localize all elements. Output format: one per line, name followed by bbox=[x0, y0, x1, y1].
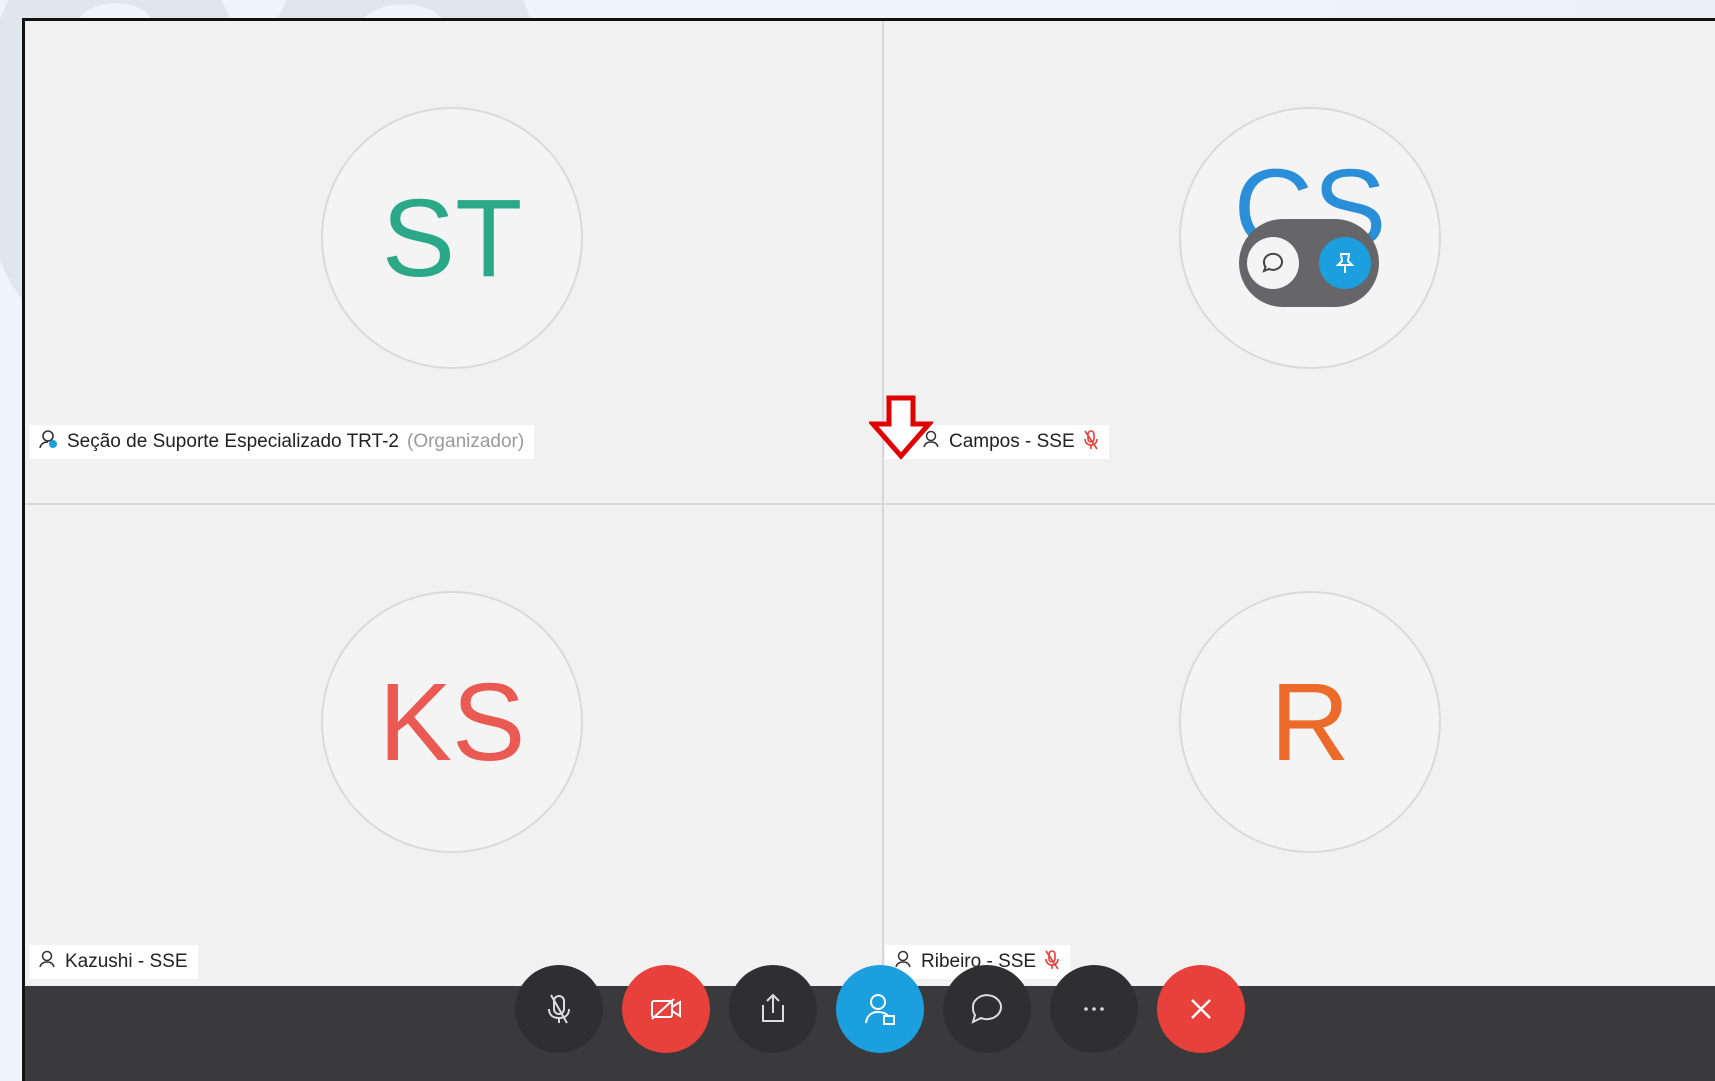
more-button[interactable] bbox=[1050, 965, 1138, 1053]
chat-icon[interactable] bbox=[1247, 237, 1299, 289]
participant-name: Campos - SSE bbox=[949, 431, 1075, 452]
participant-role: (Organizador) bbox=[407, 431, 525, 452]
more-icon bbox=[1084, 1007, 1104, 1011]
avatar: KS bbox=[321, 591, 583, 853]
avatar-initials: KS bbox=[378, 660, 526, 784]
close-icon bbox=[1191, 999, 1211, 1019]
avatar-initials: R bbox=[1270, 660, 1350, 784]
chat-button[interactable] bbox=[943, 965, 1031, 1053]
grid-divider-horizontal bbox=[25, 503, 1715, 505]
pin-icon[interactable] bbox=[1319, 237, 1371, 289]
share-button[interactable] bbox=[729, 965, 817, 1053]
arrow-down-icon bbox=[869, 395, 933, 460]
mic-off-icon bbox=[548, 994, 570, 1024]
share-icon bbox=[762, 993, 784, 1022]
participants-icon bbox=[865, 994, 895, 1025]
meeting-window: ST Seção de Suporte Especializado TRT-2 … bbox=[22, 18, 1715, 1081]
tile-overlay-controls bbox=[1239, 219, 1379, 307]
video-button[interactable] bbox=[622, 965, 710, 1053]
grid-divider-vertical bbox=[882, 21, 884, 989]
participants-button[interactable] bbox=[836, 965, 924, 1053]
mic-muted-icon bbox=[1083, 429, 1099, 456]
person-status-icon bbox=[37, 428, 59, 456]
participant-name-tag: Seção de Suporte Especializado TRT-2 (Or… bbox=[29, 425, 535, 459]
person-status-icon bbox=[37, 949, 57, 975]
mic-muted-icon bbox=[1044, 949, 1060, 976]
avatar: ST bbox=[321, 107, 583, 369]
mute-button[interactable] bbox=[515, 965, 603, 1053]
chat-icon bbox=[971, 994, 1002, 1024]
avatar: R bbox=[1179, 591, 1441, 853]
avatar-initials: ST bbox=[381, 176, 523, 300]
participant-name: Kazushi - SSE bbox=[65, 951, 188, 972]
video-off-icon bbox=[651, 998, 681, 1020]
leave-button[interactable] bbox=[1157, 965, 1245, 1053]
participant-name-tag: Kazushi - SSE bbox=[29, 945, 198, 979]
participant-name: Seção de Suporte Especializado TRT-2 bbox=[67, 431, 399, 452]
